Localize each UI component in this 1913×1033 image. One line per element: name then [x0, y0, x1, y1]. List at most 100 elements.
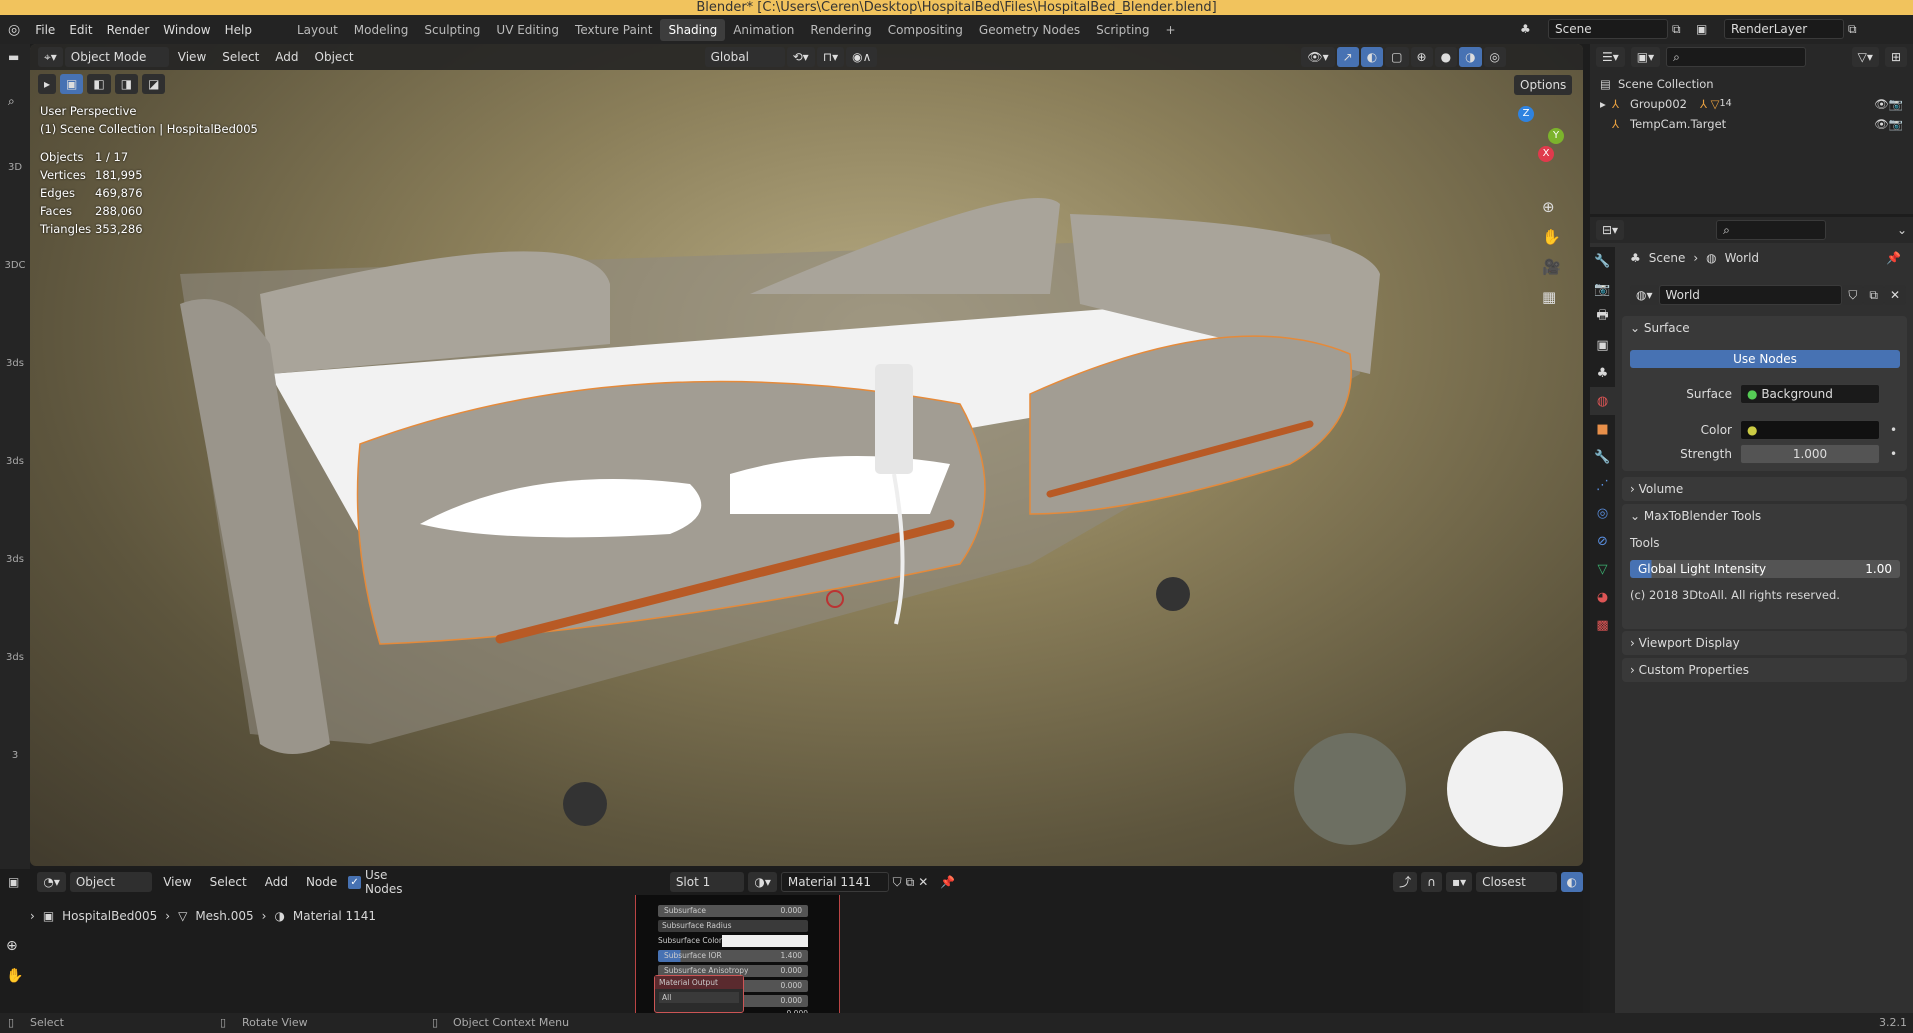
file-thumb[interactable]: 3ds	[0, 413, 30, 511]
view-layer-tab-icon[interactable]: ▣	[1590, 331, 1615, 359]
use-nodes-checkbox[interactable]: ✓	[348, 875, 361, 889]
proportional-edit-icon[interactable]: ◉∧	[846, 47, 878, 67]
viewport-menu-object[interactable]: Object	[308, 50, 361, 64]
zoom-icon[interactable]: ⊕	[6, 931, 23, 961]
orientation-dropdown[interactable]: Global	[704, 47, 785, 67]
fake-user-icon[interactable]: ⛉	[893, 875, 902, 890]
gizmo-z-axis[interactable]: Z	[1518, 106, 1534, 122]
filter-icon[interactable]: ▽▾	[1851, 47, 1879, 67]
surface-shader-field[interactable]: Background	[1761, 387, 1833, 401]
physics-tab-icon[interactable]: ◎	[1590, 499, 1615, 527]
view-layer-icon[interactable]: ▣	[1696, 22, 1720, 36]
3d-viewport[interactable]: ⌖▾ Object Mode View Select Add Object Gl…	[30, 44, 1583, 866]
particles-tab-icon[interactable]: ⋰	[1590, 471, 1615, 499]
visibility-eye-icon[interactable]: 👁	[1874, 94, 1889, 114]
pin-icon[interactable]: 📌	[940, 875, 955, 889]
tab-modeling[interactable]: Modeling	[346, 19, 417, 41]
overlay-toggle-icon[interactable]: ◐	[1360, 47, 1384, 67]
tool-tab-icon[interactable]: 🔧	[1590, 247, 1615, 275]
folder-icon[interactable]: ▬	[0, 44, 30, 70]
keyframe-dot-icon[interactable]: •	[1890, 447, 1897, 461]
pin-icon[interactable]: 📌	[1886, 251, 1901, 265]
snap-target-dropdown[interactable]: Closest	[1476, 872, 1557, 892]
duplicate-icon[interactable]: ⧉	[906, 875, 915, 890]
constraints-tab-icon[interactable]: ⊘	[1590, 527, 1615, 555]
texture-tab-icon[interactable]: ▩	[1590, 611, 1615, 639]
scene-tab-icon[interactable]: ♣	[1590, 359, 1615, 387]
node-menu-add[interactable]: Add	[258, 875, 295, 889]
search-icon[interactable]: ⌕	[0, 70, 30, 109]
node-socket-row[interactable]: Subsurface IOR 1.400	[658, 950, 808, 962]
shader-type-icon[interactable]: ◔▾	[37, 872, 66, 892]
render-camera-icon[interactable]: 📷	[1889, 94, 1903, 114]
use-nodes-button[interactable]: Use Nodes	[1630, 350, 1900, 368]
snap-element-icon[interactable]: ▪▾	[1445, 872, 1473, 892]
menu-help[interactable]: Help	[218, 23, 259, 37]
node-socket-row[interactable]: Subsurface Color	[658, 935, 808, 947]
outliner-item-scene-collection[interactable]: ▤ Scene Collection	[1600, 74, 1903, 94]
tab-sculpting[interactable]: Sculpting	[416, 19, 488, 41]
material-output-node[interactable]: Material Output All	[654, 975, 744, 1013]
snap-icon[interactable]: ⊓▾	[816, 47, 845, 67]
pan-hand-icon[interactable]: ✋	[1542, 222, 1561, 252]
options-dropdown[interactable]: Options	[1514, 75, 1573, 95]
outliner-editor-type-icon[interactable]: ☰▾	[1596, 47, 1625, 67]
tab-texture-paint[interactable]: Texture Paint	[567, 19, 660, 41]
duplicate-icon[interactable]: ⧉	[1863, 285, 1884, 305]
mode-dropdown[interactable]: Object Mode	[64, 47, 169, 67]
tab-compositing[interactable]: Compositing	[880, 19, 971, 41]
principled-bsdf-node[interactable]: Subsurface 0.000 Subsurface Radius Subsur…	[635, 895, 840, 1013]
gizmo-toggle-icon[interactable]: ↗	[1336, 47, 1359, 67]
expand-arrow-icon[interactable]: ▸	[1600, 94, 1612, 114]
menu-render[interactable]: Render	[100, 23, 157, 37]
xray-icon[interactable]: ▢	[1385, 47, 1409, 67]
tab-layout[interactable]: Layout	[289, 19, 346, 41]
render-tab-icon[interactable]: 📷	[1590, 275, 1615, 303]
gizmo-y-axis[interactable]: Y	[1548, 128, 1564, 144]
render-camera-icon[interactable]: 📷	[1889, 114, 1903, 134]
pan-hand-icon[interactable]: ✋	[6, 961, 23, 991]
file-thumb[interactable]: 3ds	[0, 511, 30, 609]
keyframe-dot-icon[interactable]: •	[1890, 423, 1897, 437]
file-thumb[interactable]: 3	[0, 707, 30, 805]
scene-field[interactable]: Scene	[1548, 19, 1668, 39]
viewport-menu-view[interactable]: View	[171, 50, 213, 64]
node-menu-view[interactable]: View	[156, 875, 198, 889]
ortho-grid-icon[interactable]: ▦	[1542, 282, 1561, 312]
viewport-menu-add[interactable]: Add	[268, 50, 305, 64]
tab-rendering[interactable]: Rendering	[802, 19, 879, 41]
node-socket-row[interactable]: Subsurface 0.000	[658, 905, 808, 917]
modifier-tab-icon[interactable]: 🔧	[1590, 443, 1615, 471]
new-scene-icon[interactable]: ⧉	[1672, 22, 1692, 37]
shading-solid-icon[interactable]: ●	[1434, 47, 1458, 67]
shader-node-editor[interactable]: ▣ ◔▾ Object View Select Add Node ✓ Use N…	[0, 868, 1583, 1013]
outliner-item-tempcam-target[interactable]: ⅄ TempCam.Target 👁 📷	[1600, 114, 1903, 134]
select-mode-subtract-icon[interactable]: ◨	[114, 74, 139, 94]
menu-file[interactable]: File	[28, 23, 62, 37]
file-thumb[interactable]: 3ds	[0, 315, 30, 413]
maxtoblender-panel-header[interactable]: ⌄ MaxToBlender Tools	[1622, 504, 1907, 528]
tab-geometry-nodes[interactable]: Geometry Nodes	[971, 19, 1088, 41]
view-layer-field[interactable]: RenderLayer	[1724, 19, 1844, 39]
node-socket-row[interactable]: Subsurface Radius	[658, 920, 808, 932]
outliner-search-input[interactable]: ⌕	[1666, 47, 1807, 67]
node-object-dropdown[interactable]: Object	[69, 872, 153, 892]
file-thumb[interactable]: 3DC	[0, 217, 30, 315]
output-target-dropdown[interactable]: All	[659, 992, 739, 1003]
tab-uv-editing[interactable]: UV Editing	[488, 19, 567, 41]
unlink-icon[interactable]: ✕	[1883, 285, 1906, 305]
editor-type-icon[interactable]: ⌖▾	[38, 47, 63, 67]
menu-edit[interactable]: Edit	[62, 23, 99, 37]
node-overlay-icon[interactable]: ◐	[1560, 872, 1583, 892]
visibility-icon[interactable]: 👁▾	[1301, 47, 1335, 67]
select-tool-icon[interactable]: ▸	[38, 74, 57, 94]
gizmo-x-axis[interactable]: X	[1538, 146, 1554, 162]
properties-editor-type-icon[interactable]: ⊟▾	[1596, 220, 1625, 240]
output-tab-icon[interactable]: 🖶	[1590, 303, 1615, 331]
color-field[interactable]: ●	[1740, 420, 1880, 440]
node-menu-select[interactable]: Select	[203, 875, 254, 889]
shading-material-icon[interactable]: ◑	[1459, 47, 1482, 67]
navigation-gizmo[interactable]: Z Y X	[1490, 106, 1570, 186]
unlink-icon[interactable]: ✕	[918, 875, 928, 889]
tab-animation[interactable]: Animation	[725, 19, 802, 41]
